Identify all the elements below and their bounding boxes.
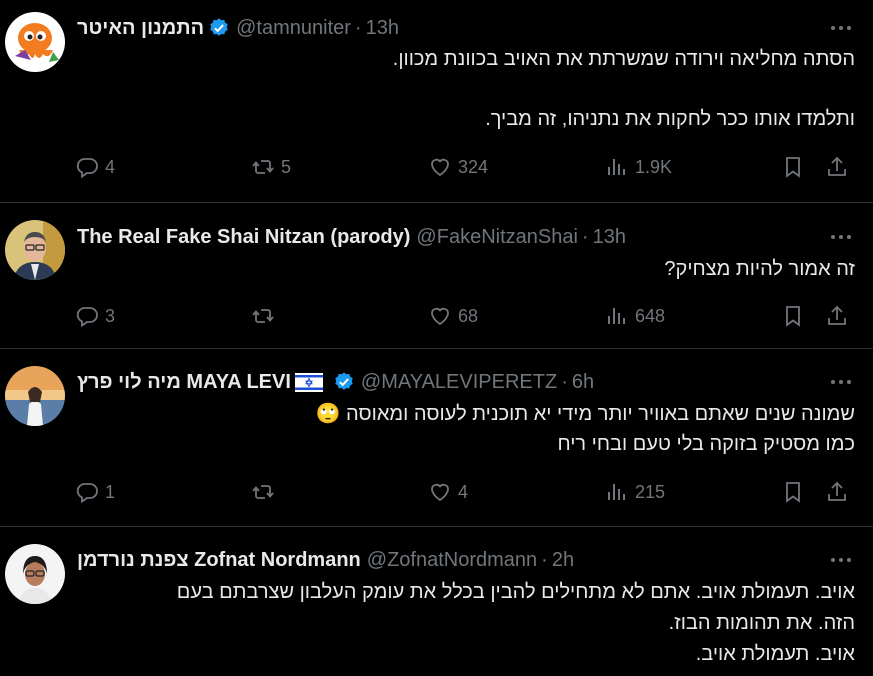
- tweet-text: זה אמור להיות מצחיק?: [77, 254, 855, 284]
- tweet-line: הזה. את תהומות הבוז.: [668, 612, 855, 634]
- reply-count: 1: [105, 481, 116, 502]
- retweet-count: 5: [281, 156, 292, 177]
- views-count: 215: [635, 481, 666, 502]
- retweet-button[interactable]: [251, 477, 281, 507]
- reply-count: 3: [105, 305, 116, 326]
- tweet-header: The Real Fake Shai Nitzan (parody) @Fake…: [77, 225, 813, 249]
- tweet-actions: 1 4 215: [75, 477, 855, 507]
- author-name[interactable]: התמנון האיטר: [77, 17, 204, 40]
- retweet-button[interactable]: 5: [251, 152, 291, 182]
- share-icon: [828, 305, 846, 325]
- heart-icon: [431, 158, 449, 177]
- tweet[interactable]: מיה לוי פרץ MAYA LEVI @MAYALEVIPERETZ · …: [0, 349, 873, 527]
- retweet-icon: [252, 309, 274, 323]
- share-button[interactable]: [825, 301, 849, 331]
- woman-glasses-avatar[interactable]: [5, 544, 65, 604]
- reply-count: 4: [105, 156, 116, 177]
- separator-dot: ·: [354, 16, 362, 39]
- heart-icon: [431, 483, 449, 502]
- tweet-actions: 3 68 648: [75, 301, 855, 331]
- heart-icon: [431, 307, 449, 326]
- israel-flag-icon: [294, 372, 323, 392]
- tweet-line: זה אמור להיות מצחיק?: [664, 258, 855, 280]
- timeline-feed: התמנון האיטר @tamnuniter · 13h הסתה מחלי…: [0, 0, 873, 676]
- share-icon: [828, 156, 846, 176]
- like-button[interactable]: 324: [428, 152, 488, 182]
- share-icon: [828, 481, 846, 501]
- tweet[interactable]: The Real Fake Shai Nitzan (parody) @Fake…: [0, 203, 873, 349]
- tweet-line: כמו מסטיק בזוקה בלי טעם ובחי ריח: [557, 433, 855, 455]
- separator-dot: ·: [541, 548, 548, 571]
- like-count: 68: [458, 305, 479, 326]
- share-button[interactable]: [825, 152, 849, 182]
- retweet-button[interactable]: [251, 301, 281, 331]
- author-name[interactable]: The Real Fake Shai Nitzan (parody): [77, 226, 410, 249]
- tweet-line: שמונה שנים שאתם באוויר יותר מידי יא תוכנ…: [315, 403, 855, 425]
- tweet-text: אויב. תעמולת אויב. אתם לא מתחילים להבין …: [77, 577, 855, 670]
- tweet[interactable]: צפנת נורדמן Zofnat Nordmann @ZofnatNordm…: [0, 527, 873, 676]
- author-handle[interactable]: @tamnuniter: [236, 17, 351, 40]
- more-options-button[interactable]: [827, 550, 855, 570]
- views-count: 648: [635, 305, 666, 326]
- separator-dot: ·: [581, 225, 589, 248]
- author-name[interactable]: צפנת נורדמן Zofnat Nordmann: [77, 549, 361, 572]
- tweet-actions: 4 5 324 1.9K: [75, 152, 855, 182]
- views-icon: [608, 484, 625, 500]
- reply-icon: [76, 307, 98, 328]
- tweet-header: צפנת נורדמן Zofnat Nordmann @ZofnatNordm…: [77, 548, 813, 572]
- reply-icon: [76, 483, 98, 504]
- tweet-time[interactable]: 2h: [552, 549, 574, 572]
- views-icon: [608, 308, 625, 324]
- retweet-icon: [252, 160, 274, 174]
- author-name[interactable]: מיה לוי פרץ MAYA LEVI: [77, 371, 291, 394]
- tweet-header: מיה לוי פרץ MAYA LEVI @MAYALEVIPERETZ · …: [77, 370, 813, 394]
- like-button[interactable]: 4: [428, 477, 468, 507]
- tweet-line: אויב. תעמולת אויב. אתם לא מתחילים להבין …: [176, 581, 855, 603]
- tweet-line: אויב. תעמולת אויב.: [695, 643, 855, 665]
- like-button[interactable]: 68: [428, 301, 478, 331]
- bookmark-button[interactable]: [781, 152, 805, 182]
- more-options-button[interactable]: [827, 227, 855, 247]
- like-count: 324: [458, 156, 489, 177]
- tweet-time[interactable]: 13h: [593, 226, 626, 249]
- share-button[interactable]: [825, 477, 849, 507]
- tweet[interactable]: התמנון האיטר @tamnuniter · 13h הסתה מחלי…: [0, 0, 873, 203]
- bookmark-icon: [786, 306, 800, 327]
- tweet-line: [77, 74, 855, 104]
- orange-octopus-avatar[interactable]: [5, 12, 65, 72]
- bookmark-button[interactable]: [781, 477, 805, 507]
- views-button[interactable]: 1.9K: [605, 152, 672, 182]
- views-count: 1.9K: [635, 156, 673, 177]
- retweet-icon: [252, 485, 274, 499]
- reply-button[interactable]: 4: [75, 152, 115, 182]
- man-glasses-avatar[interactable]: [5, 220, 65, 280]
- views-button[interactable]: 215: [605, 477, 665, 507]
- reply-button[interactable]: 3: [75, 301, 115, 331]
- tweet-header: התמנון האיטר @tamnuniter · 13h: [77, 16, 813, 40]
- more-options-button[interactable]: [827, 18, 855, 38]
- separator-dot: ·: [561, 370, 568, 393]
- bookmark-icon: [786, 157, 800, 178]
- verified-badge-icon: [335, 372, 353, 390]
- views-button[interactable]: 648: [605, 301, 665, 331]
- author-handle[interactable]: @ZofnatNordmann: [367, 549, 537, 572]
- more-options-button[interactable]: [827, 372, 855, 392]
- like-count: 4: [458, 481, 469, 502]
- tweet-text: שמונה שנים שאתם באוויר יותר מידי יא תוכנ…: [77, 399, 855, 459]
- views-icon: [608, 159, 625, 175]
- bookmark-button[interactable]: [781, 301, 805, 331]
- woman-sunset-avatar[interactable]: [5, 366, 65, 426]
- author-handle[interactable]: @MAYALEVIPERETZ: [361, 371, 557, 394]
- tweet-time[interactable]: 6h: [572, 371, 594, 394]
- tweet-text: הסתה מחליאה וירודה שמשרתת את האויב בכוונ…: [77, 44, 855, 134]
- reply-icon: [76, 158, 98, 179]
- reply-button[interactable]: 1: [75, 477, 115, 507]
- tweet-line: ותלמדו אותו ככר לחקות את נתניהו, זה מביך…: [485, 108, 855, 130]
- bookmark-icon: [786, 482, 800, 503]
- verified-badge-icon: [210, 18, 228, 36]
- author-handle[interactable]: @FakeNitzanShai: [416, 226, 577, 249]
- tweet-line: הסתה מחליאה וירודה שמשרתת את האויב בכוונ…: [392, 48, 855, 70]
- tweet-time[interactable]: 13h: [366, 17, 399, 40]
